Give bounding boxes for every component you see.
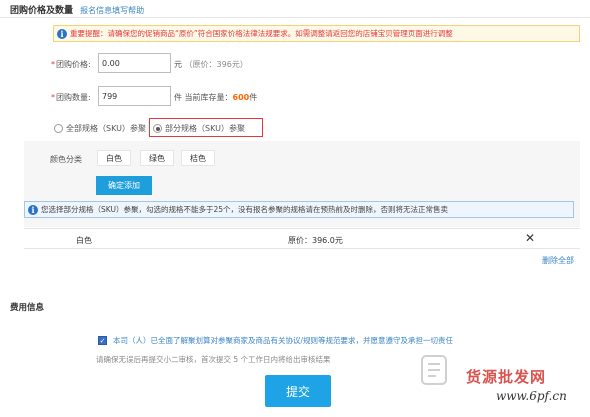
sku-tip: i 您选择部分规格（SKU）参聚，勾选的规格不能多于25个，没有报名参聚的规格请… bbox=[24, 201, 574, 218]
color-category-label: 颜色分类 bbox=[50, 155, 82, 164]
color-option-white[interactable]: 白色 bbox=[97, 150, 131, 166]
quantity-label: *团购数量: bbox=[51, 93, 91, 102]
section-title-price-quantity: 团购价格及数量 报名信息填写帮助 bbox=[10, 3, 144, 16]
help-link[interactable]: 报名信息填写帮助 bbox=[80, 6, 144, 15]
price-label: *团购价格: bbox=[51, 60, 91, 69]
quantity-unit: 件 bbox=[174, 93, 182, 102]
required-star: * bbox=[51, 93, 55, 102]
required-star: * bbox=[51, 60, 55, 69]
info-icon: i bbox=[28, 204, 38, 215]
group-quantity-input[interactable]: 799 bbox=[98, 86, 171, 106]
watermark-logo bbox=[420, 352, 450, 388]
notice-text: 重要提醒：请确保您的促销商品“原价”符合国家价格法律法规要求。如需调整请返回您的… bbox=[70, 29, 453, 38]
color-option-orange[interactable]: 桔色 bbox=[181, 150, 215, 166]
color-option-green[interactable]: 绿色 bbox=[140, 150, 174, 166]
agreement-text: 本司（人）已全面了解聚划算对参聚商家及商品有关协议/规则等规范要求，并愿意遵守及… bbox=[113, 336, 454, 345]
review-note: 请确保无误后再提交小二审核，首次提交 5 个工作日内将给出审核结果 bbox=[96, 355, 331, 364]
important-notice: i 重要提醒：请确保您的促销商品“原价”符合国家价格法律法规要求。如需调整请返回… bbox=[53, 25, 580, 42]
group-price-value: 0.00 bbox=[102, 58, 120, 68]
group-price-input[interactable]: 0.00 bbox=[98, 53, 171, 73]
price-unit-group: 元 （原价：396元） bbox=[174, 59, 248, 70]
price-unit: 元 bbox=[174, 60, 182, 69]
group-quantity-value: 799 bbox=[102, 91, 118, 101]
tip-text: 您选择部分规格（SKU）参聚，勾选的规格不能多于25个，没有报名参聚的规格请在预… bbox=[41, 205, 449, 214]
original-price: （原价：396元） bbox=[184, 60, 248, 69]
info-icon: i bbox=[57, 28, 67, 39]
watermark-url: www.6pf.cn bbox=[496, 389, 567, 403]
radio-checked-icon bbox=[153, 124, 162, 133]
fees-section-title: 费用信息 bbox=[10, 303, 45, 313]
sku-row-price: 原价：396.0元 bbox=[288, 236, 343, 245]
radio-all-sku-label: 全部规格（SKU）参聚 bbox=[66, 124, 146, 133]
checkbox-checked-icon[interactable]: ✓ bbox=[98, 336, 107, 345]
delete-all-link[interactable]: 删除全部 bbox=[542, 255, 574, 266]
radio-partial-sku[interactable]: 部分规格（SKU）参聚 bbox=[153, 123, 245, 134]
radio-partial-sku-label: 部分规格（SKU）参聚 bbox=[165, 124, 245, 133]
stock-value: 600 bbox=[232, 93, 250, 102]
stock-unit: 件 bbox=[249, 93, 258, 102]
stock-label: 当前库存量： bbox=[184, 93, 233, 102]
radio-all-sku[interactable]: 全部规格（SKU）参聚 bbox=[54, 123, 146, 134]
agreement-checkbox-row[interactable]: ✓ 本司（人）已全面了解聚划算对参聚商家及商品有关协议/规则等规范要求，并愿意遵… bbox=[98, 335, 453, 346]
page-title: 团购价格及数量 bbox=[10, 6, 74, 16]
sku-row-name: 白色 bbox=[76, 236, 92, 245]
stock-info: 件 当前库存量：600件 bbox=[174, 92, 257, 103]
radio-unchecked-icon bbox=[54, 124, 63, 133]
close-icon[interactable]: ✕ bbox=[525, 232, 535, 244]
submit-button[interactable]: 提交 bbox=[265, 375, 331, 407]
watermark-brand: 货源批发网 bbox=[466, 368, 547, 386]
divider bbox=[0, 17, 590, 18]
confirm-add-button[interactable]: 确定添加 bbox=[96, 176, 152, 195]
